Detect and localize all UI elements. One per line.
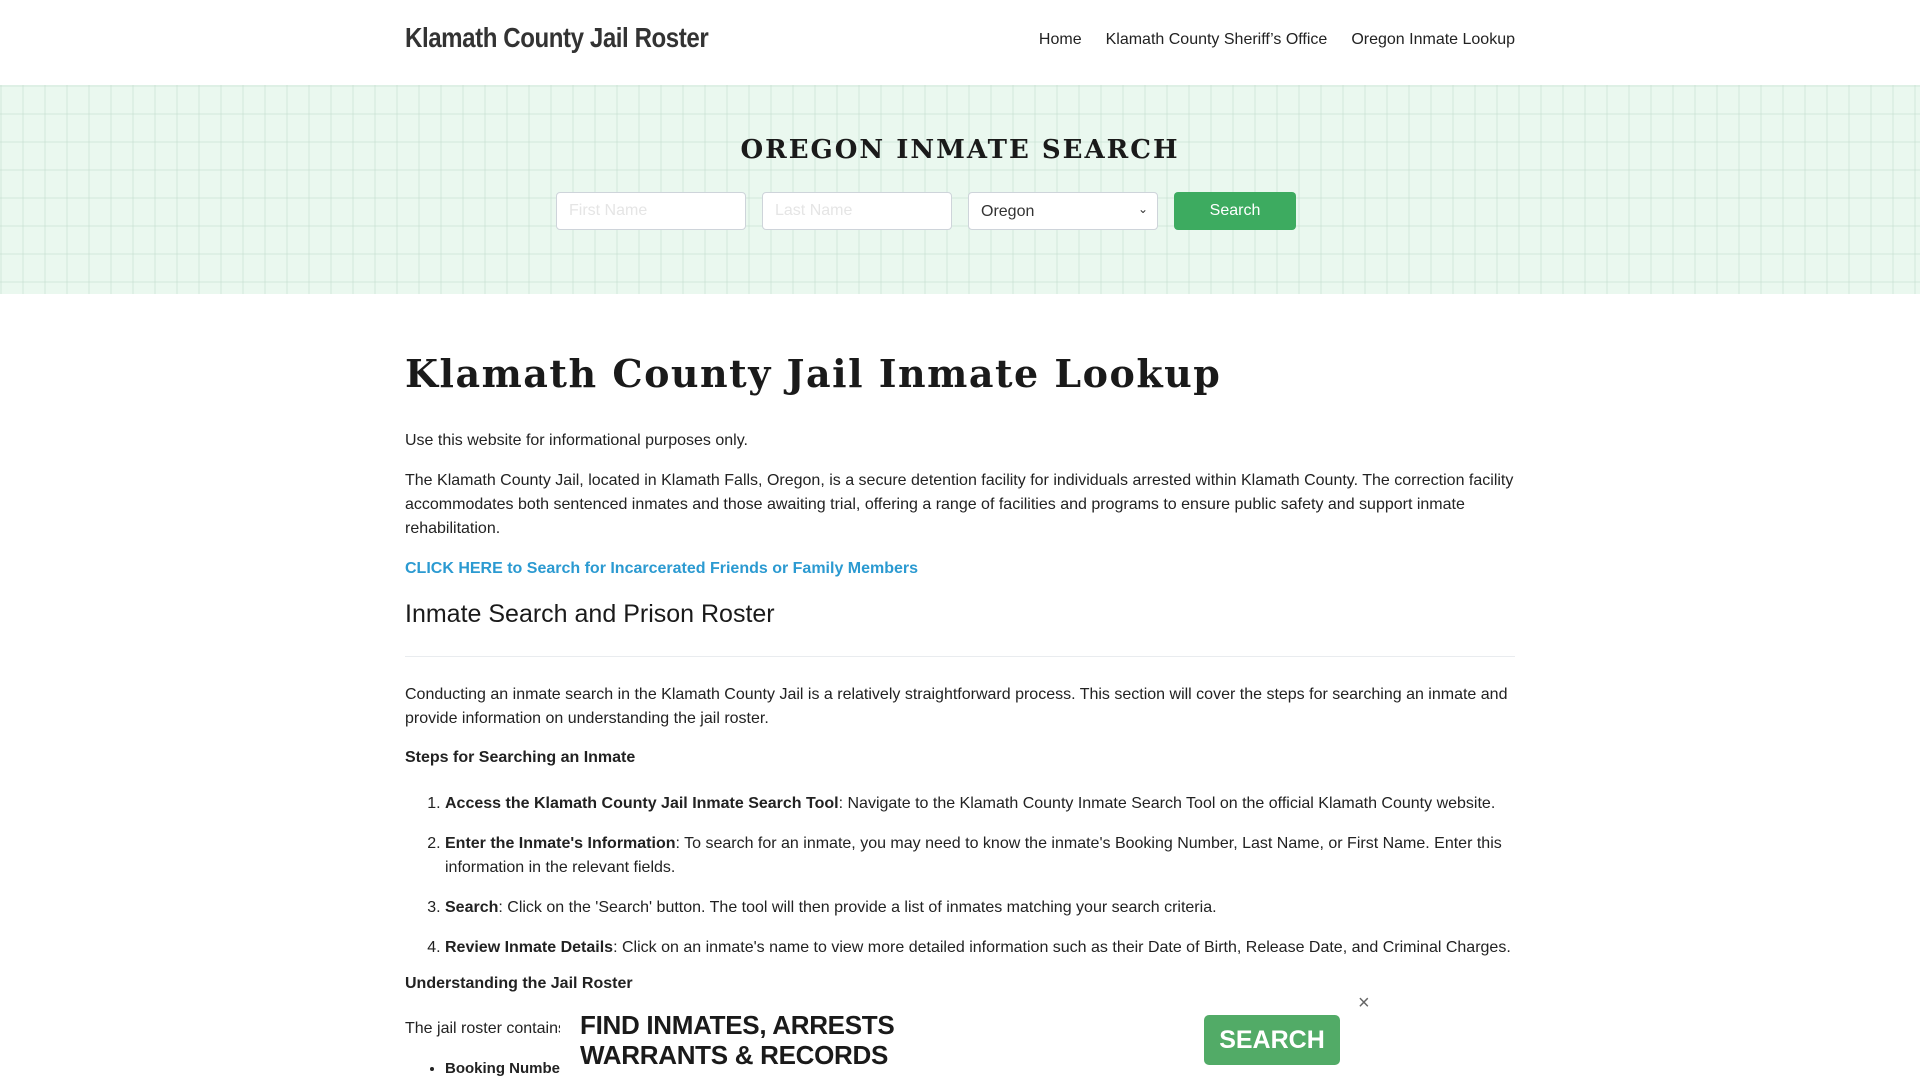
search-friends-family-link[interactable]: CLICK HERE to Search for Incarcerated Fr… — [405, 557, 1515, 581]
nav-oregon-inmate-lookup[interactable]: Oregon Inmate Lookup — [1351, 31, 1515, 49]
step-title: Review Inmate Details — [445, 938, 614, 956]
steps-heading: Steps for Searching an Inmate — [405, 748, 636, 766]
step-text: : Click on the 'Search' button. The tool… — [498, 898, 1217, 916]
state-select[interactable]: Oregon — [968, 192, 1158, 230]
nav-sheriffs-office[interactable]: Klamath County Sheriff’s Office — [1106, 31, 1328, 49]
step-text: : Click on an inmate's name to view more… — [613, 938, 1511, 956]
divider — [405, 655, 1515, 657]
step-text: : Navigate to the Klamath County Inmate … — [838, 794, 1496, 812]
search-intro-paragraph: Conducting an inmate search in the Klama… — [405, 685, 1508, 727]
ad-headline: FIND INMATES, ARRESTS WARRANTS & RECORDS — [580, 1010, 895, 1070]
intro-paragraph: The Klamath County Jail, located in Klam… — [405, 471, 1514, 537]
site-title-link[interactable]: Klamath County Jail Roster — [405, 22, 709, 54]
ad-search-button[interactable]: SEARCH — [1204, 1015, 1340, 1065]
close-icon[interactable]: × — [1358, 992, 1370, 1015]
list-item: Search: Click on the 'Search' button. Th… — [445, 896, 1515, 920]
nav-home[interactable]: Home — [1039, 31, 1082, 49]
state-select-wrapper: Oregon ⌄ — [968, 192, 1158, 230]
main-content: Klamath County Jail Inmate Lookup Use th… — [405, 293, 1515, 1080]
list-item: Review Inmate Details: Click on an inmat… — [445, 936, 1515, 960]
inmate-search-form: Oregon ⌄ Search — [556, 192, 1296, 230]
ad-headline-line2: WARRANTS & RECORDS — [580, 1040, 889, 1070]
field-name: Booking Number — [445, 1059, 566, 1077]
site-header: Klamath County Jail Roster Home Klamath … — [0, 0, 1920, 85]
ad-headline-line1: FIND INMATES, ARRESTS — [580, 1010, 895, 1040]
last-name-input[interactable] — [762, 192, 952, 230]
list-item: Access the Klamath County Jail Inmate Se… — [445, 792, 1515, 816]
step-title: Search — [445, 898, 499, 916]
page-title: Klamath County Jail Inmate Lookup — [405, 351, 1222, 396]
search-button[interactable]: Search — [1174, 192, 1296, 230]
step-title: Access the Klamath County Jail Inmate Se… — [445, 794, 839, 812]
main-nav: Home Klamath County Sheriff’s Office Ore… — [1039, 31, 1515, 49]
section-title: Inmate Search and Prison Roster — [405, 599, 775, 628]
list-item: Enter the Inmate's Information: To searc… — [445, 832, 1515, 880]
roster-heading: Understanding the Jail Roster — [405, 974, 633, 992]
hero-title: OREGON INMATE SEARCH — [740, 135, 1180, 165]
ad-banner[interactable]: FIND INMATES, ARRESTS WARRANTS & RECORDS… — [560, 992, 1380, 1080]
disclaimer-text: Use this website for informational purpo… — [405, 431, 748, 449]
first-name-input[interactable] — [556, 192, 746, 230]
step-title: Enter the Inmate's Information — [445, 834, 676, 852]
hero-search-band: OREGON INMATE SEARCH Oregon ⌄ Search — [0, 85, 1920, 294]
steps-list: Access the Klamath County Jail Inmate Se… — [405, 792, 1515, 960]
